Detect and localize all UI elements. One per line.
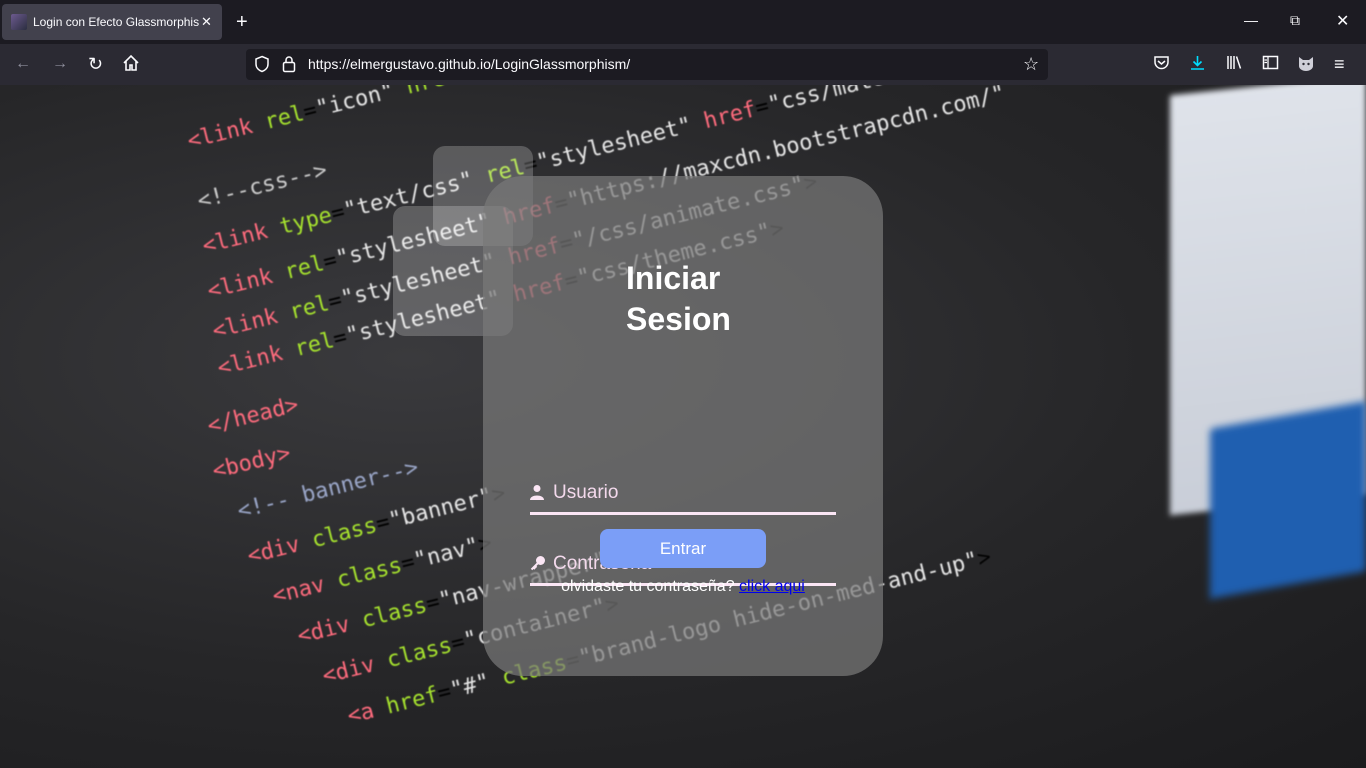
url-text[interactable]: https://elmergustavo.github.io/LoginGlas… (308, 56, 630, 72)
key-icon (530, 555, 546, 576)
login-title-line2: Sesion (626, 301, 731, 337)
lock-icon[interactable] (282, 55, 296, 79)
sidebar-icon[interactable] (1262, 54, 1279, 77)
new-tab-button[interactable]: + (236, 10, 248, 34)
tab-title: Login con Efecto Glassmorphism (33, 15, 199, 29)
login-title-line1: Iniciar (626, 260, 721, 296)
back-icon[interactable]: ← (15, 54, 31, 74)
bookmark-star-icon[interactable]: ☆ (1023, 54, 1039, 74)
forgot-password-row: olvidaste tu contraseña? click aqui (483, 578, 883, 596)
tab-close-icon[interactable]: ✕ (201, 14, 212, 30)
reload-icon[interactable]: ↻ (88, 54, 103, 74)
forgot-password-link[interactable]: click aqui (739, 578, 805, 595)
close-window-icon[interactable]: ✕ (1336, 11, 1349, 31)
login-card: Iniciar Sesion Entrar olvidaste tu contr… (483, 176, 883, 676)
library-icon[interactable] (1226, 54, 1243, 77)
user-icon (530, 484, 544, 505)
pocket-icon[interactable] (1153, 54, 1170, 77)
home-icon[interactable] (122, 54, 140, 78)
login-title: Iniciar Sesion (626, 258, 731, 340)
restore-icon[interactable]: ⧉ (1290, 12, 1300, 29)
forgot-password-text: olvidaste tu contraseña? (561, 578, 735, 595)
forward-icon[interactable]: → (52, 54, 68, 74)
shield-icon[interactable] (254, 55, 270, 79)
download-icon[interactable] (1189, 54, 1206, 77)
extension-cat-icon[interactable] (1297, 54, 1315, 78)
minimize-icon[interactable]: — (1244, 12, 1258, 28)
page-background: <link rel="icon" href="/favicon.ico" typ… (0, 85, 1366, 768)
username-field (530, 474, 836, 515)
menu-icon[interactable]: ≡ (1334, 54, 1345, 74)
username-input[interactable] (551, 474, 835, 512)
tab-favicon-icon (11, 14, 27, 30)
tab-active[interactable]: Login con Efecto Glassmorphism ✕ (2, 4, 222, 40)
login-submit-button[interactable]: Entrar (600, 529, 766, 568)
background-taskbar-image (1210, 401, 1366, 599)
tab-strip: Login con Efecto Glassmorphism ✕ + — ⧉ ✕ (0, 0, 1366, 44)
